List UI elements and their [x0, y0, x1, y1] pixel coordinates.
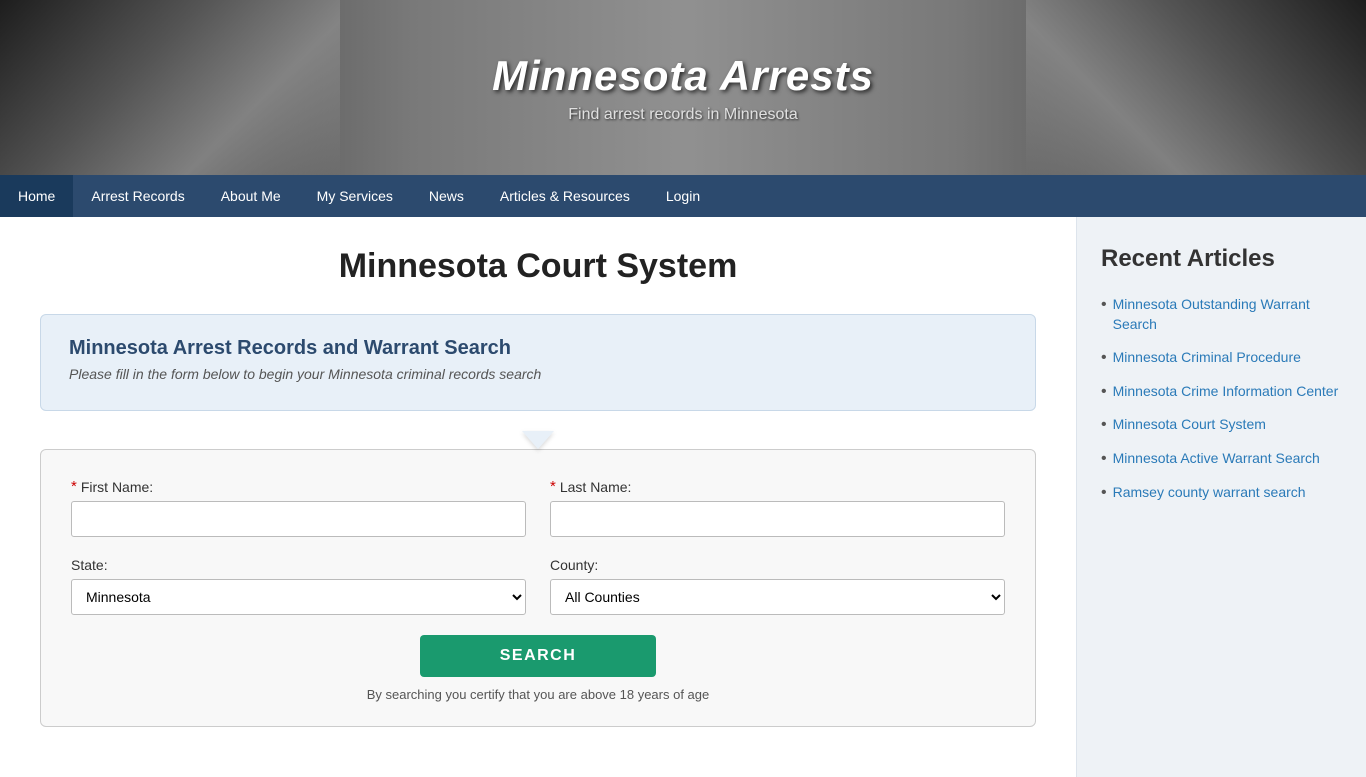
content-area: Minnesota Court System Minnesota Arrest …: [0, 217, 1076, 777]
sidebar-title: Recent Articles: [1101, 245, 1342, 273]
bullet-icon: •: [1101, 383, 1107, 401]
first-name-group: * First Name:: [71, 478, 526, 537]
header-hands-right: [1026, 0, 1366, 175]
bullet-icon: •: [1101, 349, 1107, 367]
nav-item-home[interactable]: Home: [0, 175, 73, 217]
header-content: Minnesota Arrests Find arrest records in…: [492, 52, 874, 124]
sidebar-article-link[interactable]: Ramsey county warrant search: [1113, 483, 1306, 503]
nav-item-about-me[interactable]: About Me: [203, 175, 299, 217]
name-row: * First Name: * Last Name:: [71, 478, 1005, 537]
last-name-required: *: [550, 478, 556, 495]
sidebar-article-item: • Minnesota Outstanding Warrant Search: [1101, 295, 1342, 334]
recent-articles-list: • Minnesota Outstanding Warrant Search • Mi…: [1101, 295, 1342, 502]
site-title: Minnesota Arrests: [492, 52, 874, 100]
main-nav: Home Arrest Records About Me My Services…: [0, 175, 1366, 217]
sidebar-article-item: • Minnesota Crime Information Center: [1101, 382, 1342, 402]
county-group: County: All CountiesAitkinAnokaBeckerBel…: [550, 557, 1005, 615]
state-label: State:: [71, 557, 526, 573]
bullet-icon: •: [1101, 416, 1107, 434]
last-name-group: * Last Name:: [550, 478, 1005, 537]
form-disclaimer: By searching you certify that you are ab…: [71, 687, 1005, 702]
sidebar-article-item: • Ramsey county warrant search: [1101, 483, 1342, 503]
site-header: Minnesota Arrests Find arrest records in…: [0, 0, 1366, 175]
sidebar: Recent Articles • Minnesota Outstanding W…: [1076, 217, 1366, 777]
header-hands-left: [0, 0, 340, 175]
nav-item-arrest-records[interactable]: Arrest Records: [73, 175, 202, 217]
main-container: Minnesota Court System Minnesota Arrest …: [0, 217, 1366, 777]
last-name-input[interactable]: [550, 501, 1005, 537]
bullet-icon: •: [1101, 296, 1107, 314]
nav-item-services[interactable]: My Services: [299, 175, 411, 217]
sidebar-article-item: • Minnesota Active Warrant Search: [1101, 449, 1342, 469]
search-box-title: Minnesota Arrest Records and Warrant Sea…: [69, 337, 1007, 360]
nav-item-articles[interactable]: Articles & Resources: [482, 175, 648, 217]
first-name-label: * First Name:: [71, 478, 526, 495]
first-name-input[interactable]: [71, 501, 526, 537]
search-box-arrow: [522, 431, 554, 449]
sidebar-article-link[interactable]: Minnesota Court System: [1113, 415, 1266, 435]
location-row: State: Minnesota County: All CountiesAit…: [71, 557, 1005, 615]
sidebar-article-link[interactable]: Minnesota Active Warrant Search: [1113, 449, 1320, 469]
sidebar-article-item: • Minnesota Criminal Procedure: [1101, 348, 1342, 368]
sidebar-article-link[interactable]: Minnesota Crime Information Center: [1113, 382, 1339, 402]
last-name-label: * Last Name:: [550, 478, 1005, 495]
bullet-icon: •: [1101, 484, 1107, 502]
county-select[interactable]: All CountiesAitkinAnokaBeckerBeltramiBen…: [550, 579, 1005, 615]
sidebar-article-link[interactable]: Minnesota Criminal Procedure: [1113, 348, 1301, 368]
sidebar-article-item: • Minnesota Court System: [1101, 415, 1342, 435]
site-subtitle: Find arrest records in Minnesota: [492, 106, 874, 124]
search-box-subtitle: Please fill in the form below to begin y…: [69, 366, 1007, 382]
county-label: County:: [550, 557, 1005, 573]
state-select[interactable]: Minnesota: [71, 579, 526, 615]
search-button[interactable]: SEARCH: [420, 635, 657, 677]
search-form-container: * First Name: * Last Name: State:: [40, 449, 1036, 727]
page-title: Minnesota Court System: [40, 247, 1036, 286]
state-group: State: Minnesota: [71, 557, 526, 615]
nav-item-news[interactable]: News: [411, 175, 482, 217]
search-box-banner: Minnesota Arrest Records and Warrant Sea…: [40, 314, 1036, 411]
sidebar-article-link[interactable]: Minnesota Outstanding Warrant Search: [1113, 295, 1342, 334]
nav-item-login[interactable]: Login: [648, 175, 718, 217]
first-name-required: *: [71, 478, 77, 495]
bullet-icon: •: [1101, 450, 1107, 468]
